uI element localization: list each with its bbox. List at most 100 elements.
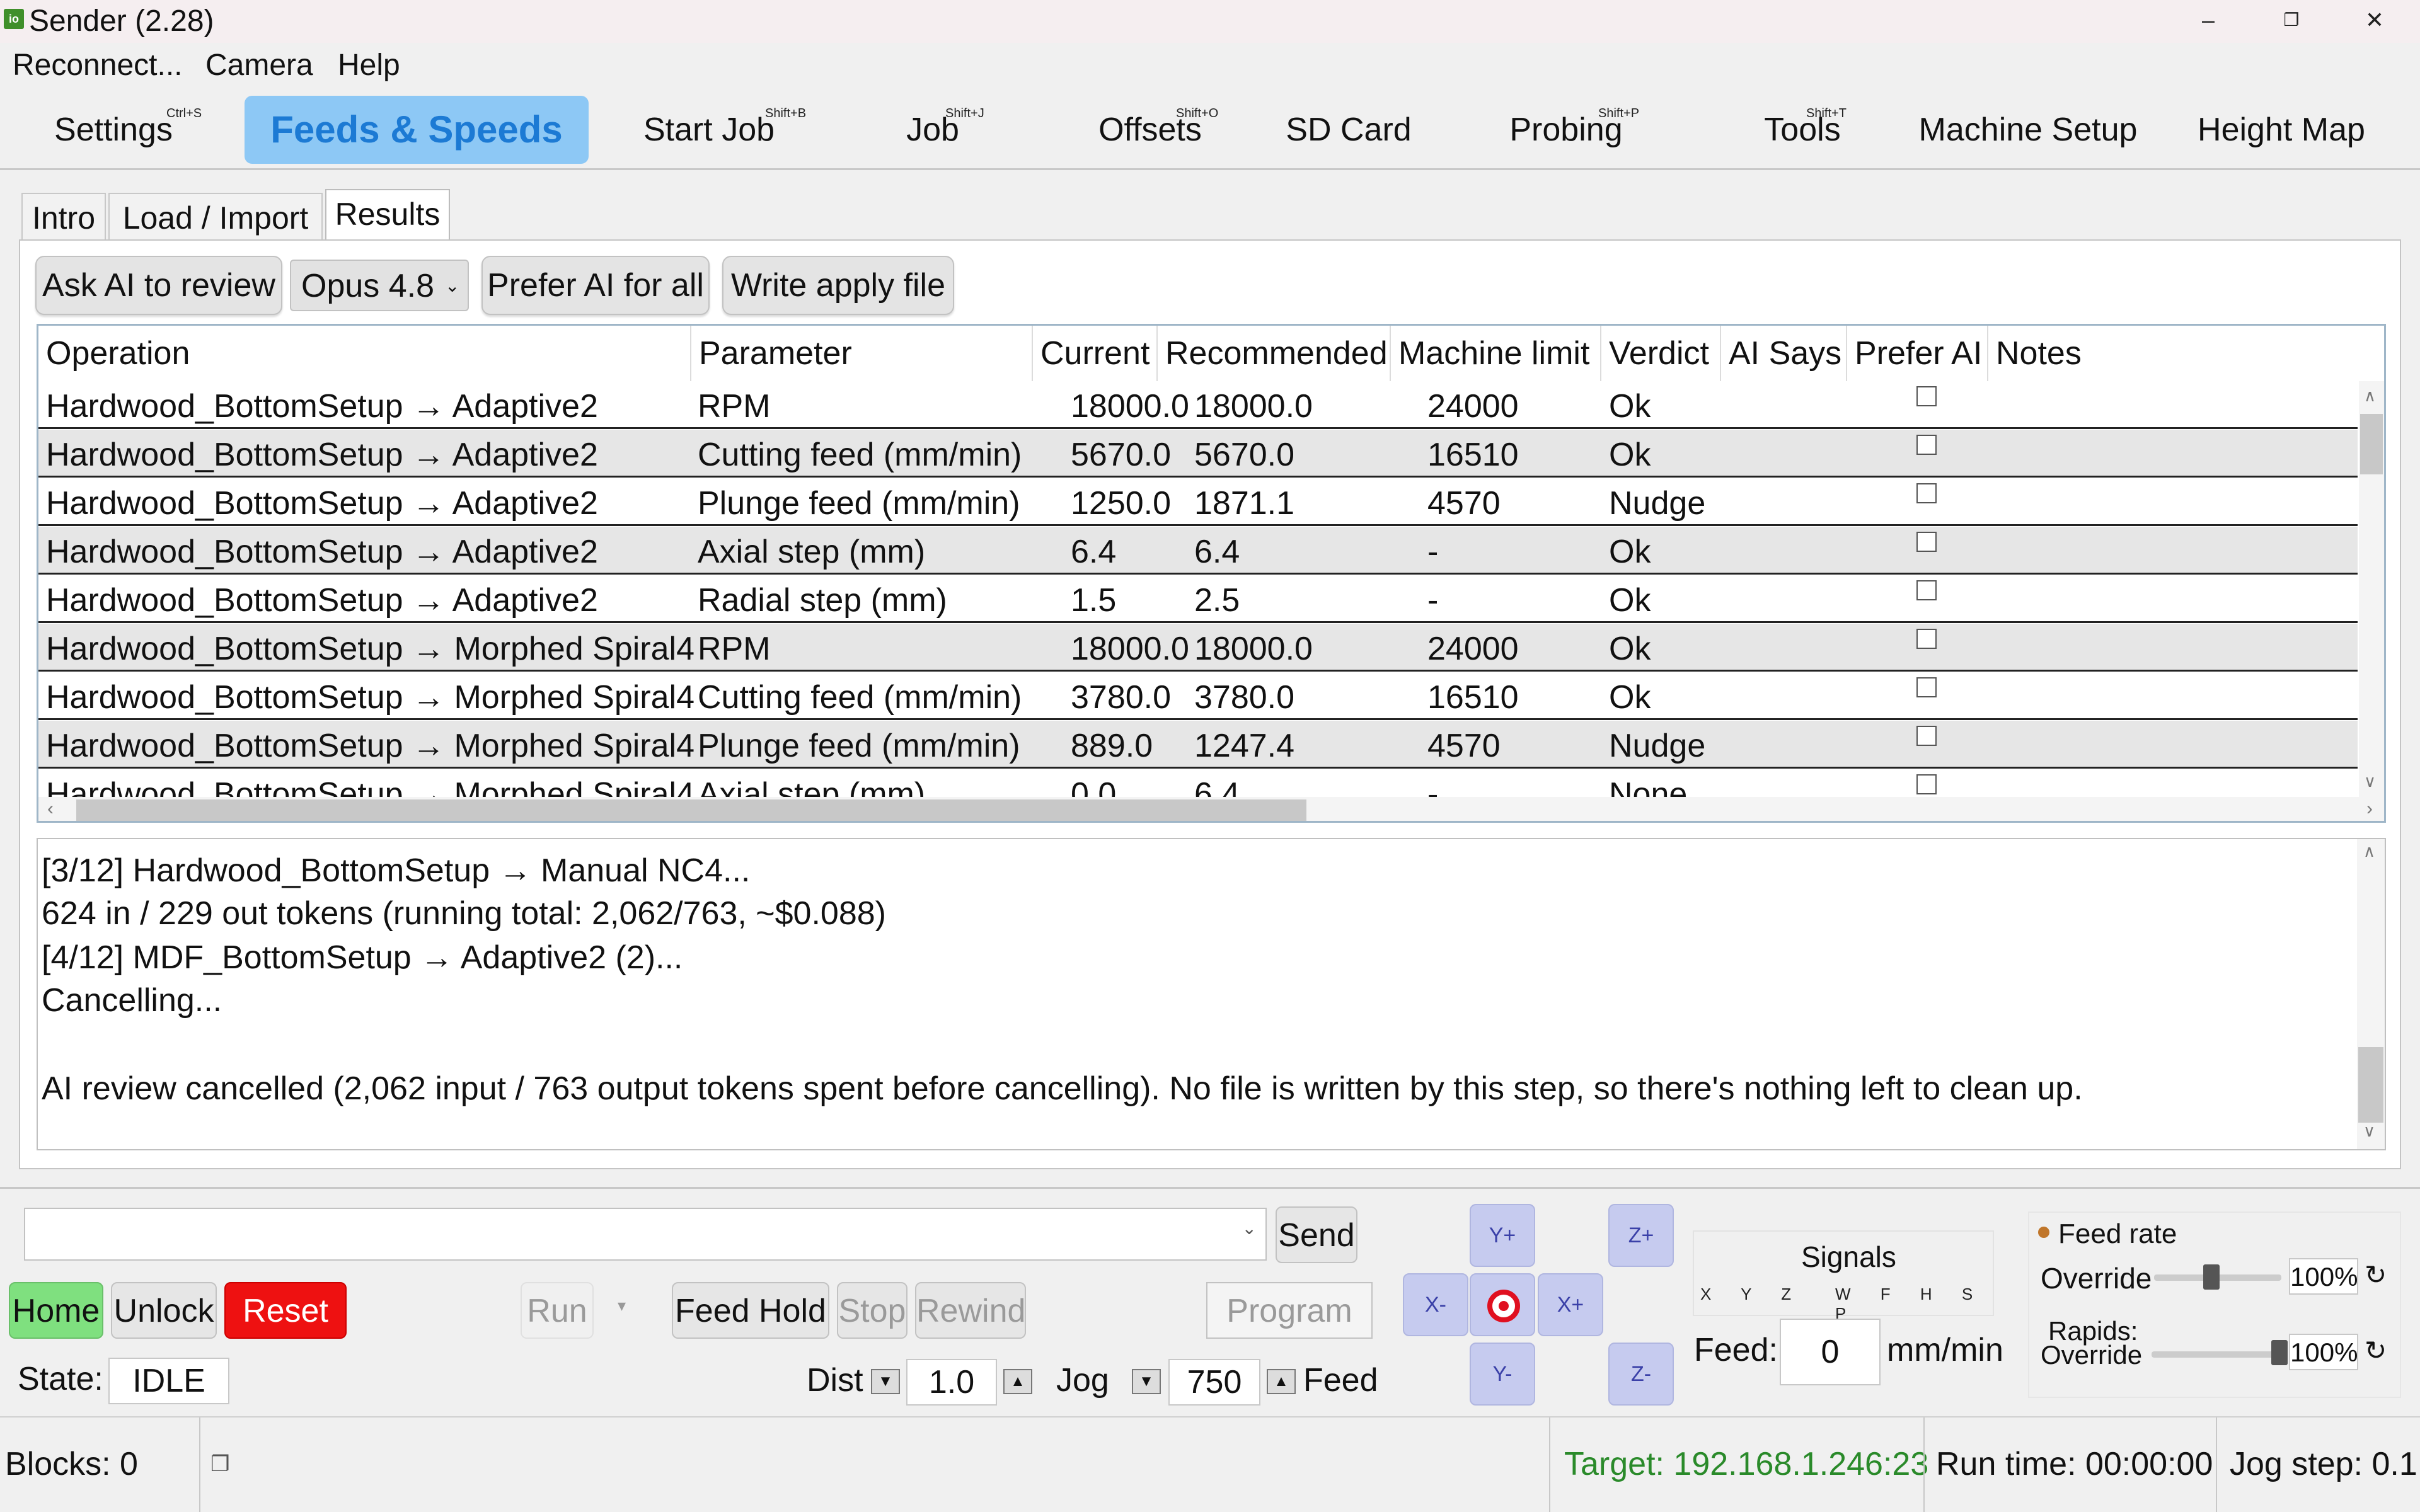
results-table[interactable]: Operation Parameter Current Recommended … — [37, 324, 2386, 823]
table-row[interactable]: Hardwood_BottomSetup → Adaptive2 Cutting … — [38, 430, 2358, 478]
restore-icon[interactable]: ❐ — [2254, 0, 2329, 43]
tab-tools[interactable]: Tools Shift+T — [1702, 89, 1903, 170]
subtab-intro[interactable]: Intro — [21, 193, 106, 241]
feed-override-slider-handle[interactable] — [2203, 1264, 2220, 1290]
model-select[interactable]: Opus 4.8 ⌄ — [290, 260, 469, 311]
prefer-ai-checkbox[interactable] — [1916, 774, 1937, 794]
jog-x-plus-button[interactable]: X+ — [1538, 1273, 1603, 1336]
col-prefer-ai[interactable]: Prefer AI — [1847, 326, 1988, 381]
table-vertical-scroll-thumb[interactable] — [2360, 414, 2383, 474]
ai-log-output[interactable]: [3/12] Hardwood_BottomSetup → Manual NC4… — [37, 838, 2386, 1150]
menu-camera[interactable]: Camera — [205, 45, 313, 86]
col-current[interactable]: Current — [1033, 326, 1158, 381]
prefer-ai-checkbox[interactable] — [1916, 629, 1937, 649]
tab-feeds-speeds[interactable]: Feeds & Speeds — [245, 96, 589, 164]
send-button[interactable]: Send — [1276, 1206, 1357, 1263]
log-line: [4/12] MDF_BottomSetup → Adaptive2 (2)..… — [42, 939, 683, 976]
scroll-up-icon[interactable]: ∧ — [2363, 842, 2375, 861]
subtab-results[interactable]: Results — [325, 189, 450, 241]
feed-display-value: 0 — [1780, 1319, 1881, 1385]
jog-z-plus-button[interactable]: Z+ — [1608, 1204, 1674, 1267]
table-row[interactable]: Hardwood_BottomSetup → Adaptive2 Radial s… — [38, 575, 2358, 623]
table-row[interactable]: Hardwood_BottomSetup → Morphed Spiral4 Pl… — [38, 721, 2358, 769]
subtab-load-import[interactable]: Load / Import — [108, 193, 323, 241]
chevron-down-icon[interactable]: ⌄ — [1242, 1218, 1257, 1239]
close-icon[interactable]: ✕ — [2337, 0, 2412, 43]
table-cell: Hardwood_BottomSetup → Morphed Spiral4 — [46, 679, 695, 716]
scroll-down-icon[interactable]: ∨ — [2363, 1121, 2375, 1141]
rewind-button[interactable]: Rewind — [915, 1282, 1026, 1339]
reset-feed-override-icon[interactable]: ↻ — [2365, 1259, 2387, 1290]
table-row[interactable]: Hardwood_BottomSetup → Adaptive2 RPM 18000… — [38, 381, 2358, 429]
dist-increase-icon[interactable]: ▲ — [1003, 1369, 1032, 1394]
copy-icon[interactable]: ❐ — [210, 1452, 229, 1477]
prefer-ai-checkbox[interactable] — [1916, 483, 1937, 503]
jog-z-minus-button[interactable]: Z- — [1608, 1343, 1674, 1406]
tab-settings[interactable]: Settings Ctrl+S — [13, 89, 214, 170]
tab-probing[interactable]: Probing Shift+P — [1462, 89, 1670, 170]
tab-job[interactable]: Job Shift+J — [851, 89, 1015, 170]
dist-decrease-icon[interactable]: ▼ — [871, 1369, 900, 1394]
command-input[interactable]: ⌄ — [24, 1208, 1267, 1261]
run-button[interactable]: Run — [521, 1282, 594, 1339]
col-operation[interactable]: Operation — [38, 326, 691, 381]
prefer-ai-checkbox[interactable] — [1916, 677, 1937, 697]
prefer-ai-checkbox[interactable] — [1916, 386, 1937, 406]
col-ai-says[interactable]: AI Says — [1721, 326, 1847, 381]
scroll-left-icon[interactable]: ‹ — [47, 798, 54, 820]
prefer-ai-checkbox[interactable] — [1916, 580, 1937, 600]
table-cell: 6.4 — [1194, 534, 1240, 570]
scroll-up-icon[interactable]: ∧ — [2364, 386, 2376, 406]
col-recommended[interactable]: Recommended — [1158, 326, 1391, 381]
table-cell: Hardwood_BottomSetup → Morphed Spiral4 — [46, 728, 695, 764]
table-row[interactable]: Hardwood_BottomSetup → Adaptive2 Axial st… — [38, 527, 2358, 575]
jog-increase-icon[interactable]: ▲ — [1267, 1369, 1296, 1394]
jog-y-plus-button[interactable]: Y+ — [1470, 1204, 1535, 1267]
tab-start-job[interactable]: Start Job Shift+B — [605, 89, 813, 170]
table-cell: Ok — [1609, 631, 1651, 667]
title-bar: io Sender (2.28) – ❐ ✕ — [0, 0, 2420, 43]
minimize-icon[interactable]: – — [2170, 0, 2246, 43]
feed-hold-button[interactable]: Feed Hold — [672, 1282, 829, 1339]
scroll-right-icon[interactable]: › — [2366, 798, 2373, 820]
log-vertical-scroll-thumb[interactable] — [2358, 1047, 2383, 1123]
jog-decrease-icon[interactable]: ▼ — [1132, 1369, 1161, 1394]
col-verdict[interactable]: Verdict — [1601, 326, 1721, 381]
menu-help[interactable]: Help — [338, 45, 400, 86]
unlock-button[interactable]: Unlock — [111, 1282, 217, 1339]
menu-reconnect[interactable]: Reconnect... — [13, 45, 182, 86]
table-row[interactable]: Hardwood_BottomSetup → Morphed Spiral4 Cu… — [38, 672, 2358, 720]
prefer-ai-all-button[interactable]: Prefer AI for all — [481, 256, 710, 315]
jog-center-button[interactable] — [1470, 1273, 1535, 1336]
tab-height-map[interactable]: Height Map — [2187, 89, 2376, 170]
col-parameter[interactable]: Parameter — [691, 326, 1033, 381]
table-horizontal-scroll-thumb[interactable] — [76, 799, 1306, 821]
stop-button[interactable]: Stop — [837, 1282, 908, 1339]
table-row[interactable]: Hardwood_BottomSetup → Morphed Spiral4 RP… — [38, 624, 2358, 672]
table-cell: Hardwood_BottomSetup → Adaptive2 — [46, 437, 598, 473]
prefer-ai-checkbox[interactable] — [1916, 532, 1937, 552]
reset-rapids-override-icon[interactable]: ↻ — [2365, 1335, 2387, 1366]
rapids-override-slider-handle[interactable] — [2271, 1340, 2288, 1365]
reset-button[interactable]: Reset — [224, 1282, 347, 1339]
prefer-ai-checkbox[interactable] — [1916, 435, 1937, 455]
col-machine-limit[interactable]: Machine limit — [1391, 326, 1601, 381]
jog-feed-input[interactable]: 750 — [1168, 1359, 1260, 1406]
jog-x-minus-button[interactable]: X- — [1403, 1273, 1468, 1336]
rapids-override-slider[interactable] — [2152, 1351, 2284, 1358]
chevron-down-icon: ⌄ — [445, 276, 460, 295]
prefer-ai-checkbox[interactable] — [1916, 726, 1937, 746]
table-row[interactable]: Hardwood_BottomSetup → Adaptive2 Plunge f… — [38, 478, 2358, 526]
col-notes[interactable]: Notes — [1988, 326, 2359, 381]
ask-ai-button[interactable]: Ask AI to review — [35, 256, 282, 315]
home-button[interactable]: Home — [9, 1282, 103, 1339]
run-options-chevron-icon[interactable]: ▾ — [618, 1296, 626, 1315]
tab-offsets[interactable]: Offsets Shift+O — [1046, 89, 1254, 170]
write-apply-file-button[interactable]: Write apply file — [722, 256, 954, 315]
tab-machine-setup[interactable]: Machine Setup — [1913, 89, 2143, 170]
program-button[interactable]: Program — [1206, 1282, 1373, 1339]
tab-sd-card[interactable]: SD Card — [1279, 89, 1418, 170]
dist-input[interactable]: 1.0 — [906, 1359, 997, 1406]
jog-y-minus-button[interactable]: Y- — [1470, 1343, 1535, 1406]
scroll-down-icon[interactable]: ∨ — [2364, 772, 2376, 791]
